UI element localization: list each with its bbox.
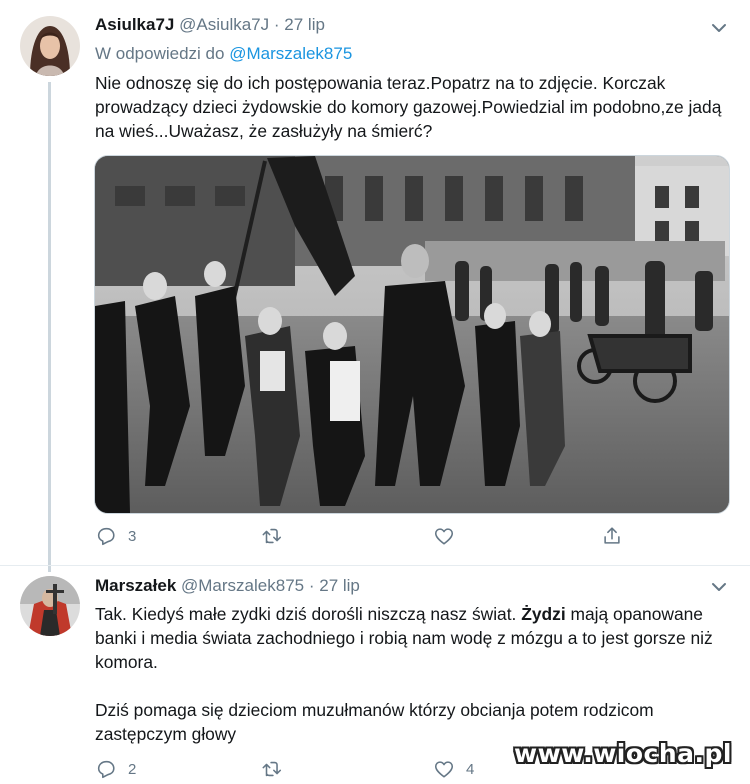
reply-count: 3 [128, 527, 137, 545]
tweet-text-body: Nie odnoszę się do ich postępowania tera… [95, 73, 722, 141]
separator: · [273, 15, 280, 34]
reply-count: 2 [128, 760, 137, 778]
timestamp[interactable]: 27 lip [284, 15, 325, 34]
handle[interactable]: @Asiulka7J [179, 15, 269, 34]
tweet-actions: 3 [95, 525, 655, 551]
like-button[interactable]: 4 [433, 758, 474, 780]
display-name[interactable]: Asiulka7J [95, 15, 174, 34]
share-icon [604, 527, 620, 544]
reply-to-link[interactable]: @Marszalek875 [229, 44, 352, 63]
reply-icon [97, 527, 115, 546]
tweet-photo[interactable] [94, 155, 730, 514]
reply-context: W odpowiedzi do @Marszalek875 [95, 44, 352, 64]
handle[interactable]: @Marszalek875 [181, 576, 304, 595]
avatar[interactable] [20, 16, 80, 76]
timestamp[interactable]: 27 lip [319, 576, 360, 595]
chevron-down-icon[interactable] [710, 578, 728, 596]
retweet-icon [262, 761, 282, 777]
reply-icon [97, 760, 115, 779]
avatar[interactable] [20, 576, 80, 636]
separator: · [308, 576, 315, 595]
tweet-header: Marszałek @Marszalek875 · 27 lip [95, 576, 360, 596]
thread-line [48, 82, 51, 572]
like-count: 4 [466, 760, 475, 778]
text-part1: Tak. Kiedyś małe zydki dziś dorośli nisz… [95, 604, 522, 624]
chevron-down-icon[interactable] [710, 19, 728, 37]
tweet-text: Nie odnoszę się do ich postępowania tera… [95, 71, 735, 143]
share-button[interactable] [601, 525, 623, 547]
text-bold: Żydzi [521, 604, 566, 624]
tweet-asiulka[interactable]: Asiulka7J @Asiulka7J · 27 lip W odpowied… [0, 0, 750, 572]
watermark: www.wiocha.pl [514, 739, 732, 768]
photo-image [95, 156, 729, 513]
retweet-icon [262, 528, 282, 544]
like-button[interactable] [433, 525, 466, 547]
heart-icon [434, 528, 454, 545]
heart-icon [434, 761, 454, 778]
retweet-button[interactable] [261, 525, 294, 547]
tweet-header: Asiulka7J @Asiulka7J · 27 lip [95, 15, 325, 35]
tweet-text-para1: Tak. Kiedyś małe zydki dziś dorośli nisz… [95, 602, 735, 674]
reply-button[interactable]: 3 [95, 525, 136, 547]
reply-button[interactable]: 2 [95, 758, 136, 780]
tweet-text: Tak. Kiedyś małe zydki dziś dorośli nisz… [95, 602, 735, 746]
retweet-button[interactable] [261, 758, 294, 780]
display-name[interactable]: Marszałek [95, 576, 176, 595]
reply-prefix: W odpowiedzi do [95, 44, 225, 63]
